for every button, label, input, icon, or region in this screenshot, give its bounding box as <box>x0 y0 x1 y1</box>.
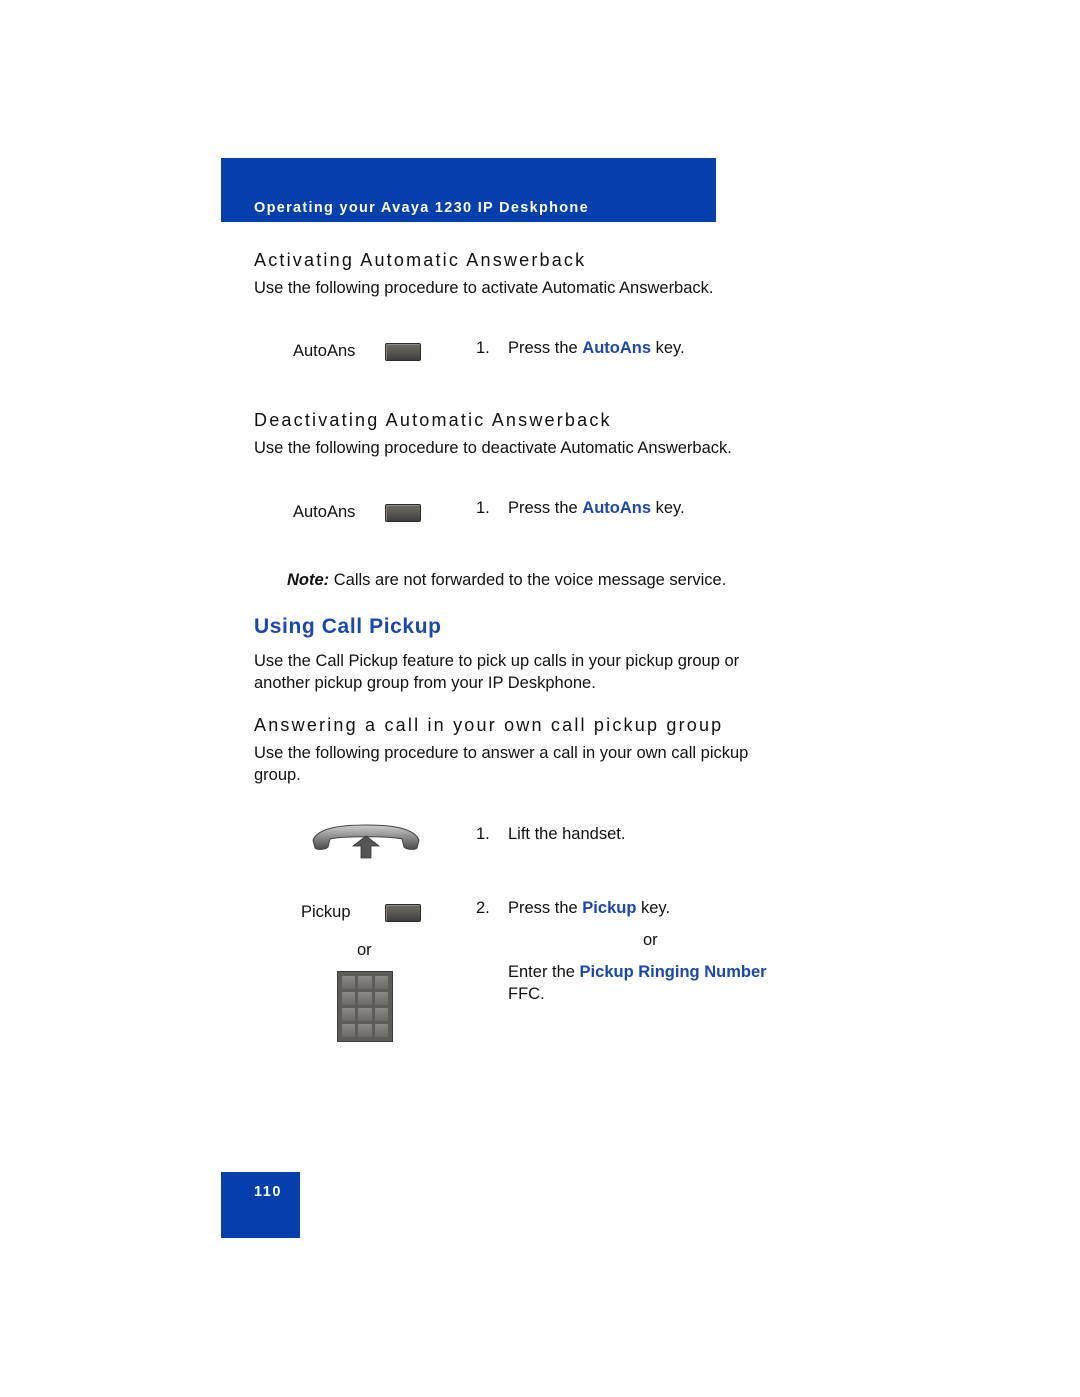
activate-intro: Use the following procedure to activate … <box>254 279 714 297</box>
step2-number: 2. <box>476 899 490 917</box>
alt-step-line1: Enter the Pickup Ringing Number <box>508 961 767 983</box>
pickup-key-label: Pickup <box>301 903 351 921</box>
autoans-key-name: AutoAns <box>582 499 652 517</box>
step-text: key. <box>651 339 685 357</box>
running-header: Operating your Avaya 1230 IP Deskphone <box>254 200 589 216</box>
step1-number: 1. <box>476 825 490 843</box>
step2-text: Press the Pickup key. <box>508 897 670 919</box>
step-text: key. <box>651 499 685 517</box>
activate-heading: Activating Automatic Answerback <box>254 250 587 270</box>
activate-step: Press the AutoAns key. <box>508 337 685 359</box>
handset-lift-icon <box>312 824 420 859</box>
alt-step-line2: FFC. <box>508 985 545 1003</box>
pickup-key-icon <box>385 904 421 922</box>
note-text: Calls are not forwarded to the voice mes… <box>329 571 727 589</box>
autoans-key-icon <box>385 504 421 522</box>
activate-step-number: 1. <box>476 339 490 357</box>
autoans-key-label: AutoAns <box>293 503 356 521</box>
deactivate-heading: Deactivating Automatic Answerback <box>254 410 612 430</box>
page-number: 110 <box>254 1184 282 1200</box>
step-text: Enter the <box>508 963 580 981</box>
section-title: Using Call Pickup <box>254 615 442 638</box>
deactivate-intro: Use the following procedure to deactivat… <box>254 439 732 457</box>
autoans-key-label: AutoAns <box>293 342 356 360</box>
autoans-key-name: AutoAns <box>582 339 652 357</box>
note-label: Note: <box>287 571 330 589</box>
page-number-box <box>221 1172 300 1238</box>
pickup-ringing-number-name: Pickup Ringing Number <box>579 963 767 981</box>
or-right: or <box>643 931 658 949</box>
pickup-sub-intro-line2: group. <box>254 766 301 784</box>
step1-text: Lift the handset. <box>508 825 626 843</box>
pickup-intro-line2: another pickup group from your IP Deskph… <box>254 674 596 692</box>
step-text: Press the <box>508 499 583 517</box>
or-left: or <box>357 941 372 959</box>
pickup-sub-intro-line1: Use the following procedure to answer a … <box>254 744 749 762</box>
note: Note: Calls are not forwarded to the voi… <box>287 569 726 591</box>
deactivate-step-number: 1. <box>476 499 490 517</box>
pickup-key-name: Pickup <box>582 899 637 917</box>
dialpad-icon <box>337 971 393 1042</box>
deactivate-step: Press the AutoAns key. <box>508 497 685 519</box>
step-text: Press the <box>508 339 583 357</box>
autoans-key-icon <box>385 343 421 361</box>
step-text: key. <box>636 899 671 917</box>
step-text: Press the <box>508 899 583 917</box>
pickup-subheading: Answering a call in your own call pickup… <box>254 715 724 735</box>
pickup-intro-line1: Use the Call Pickup feature to pick up c… <box>254 652 740 670</box>
